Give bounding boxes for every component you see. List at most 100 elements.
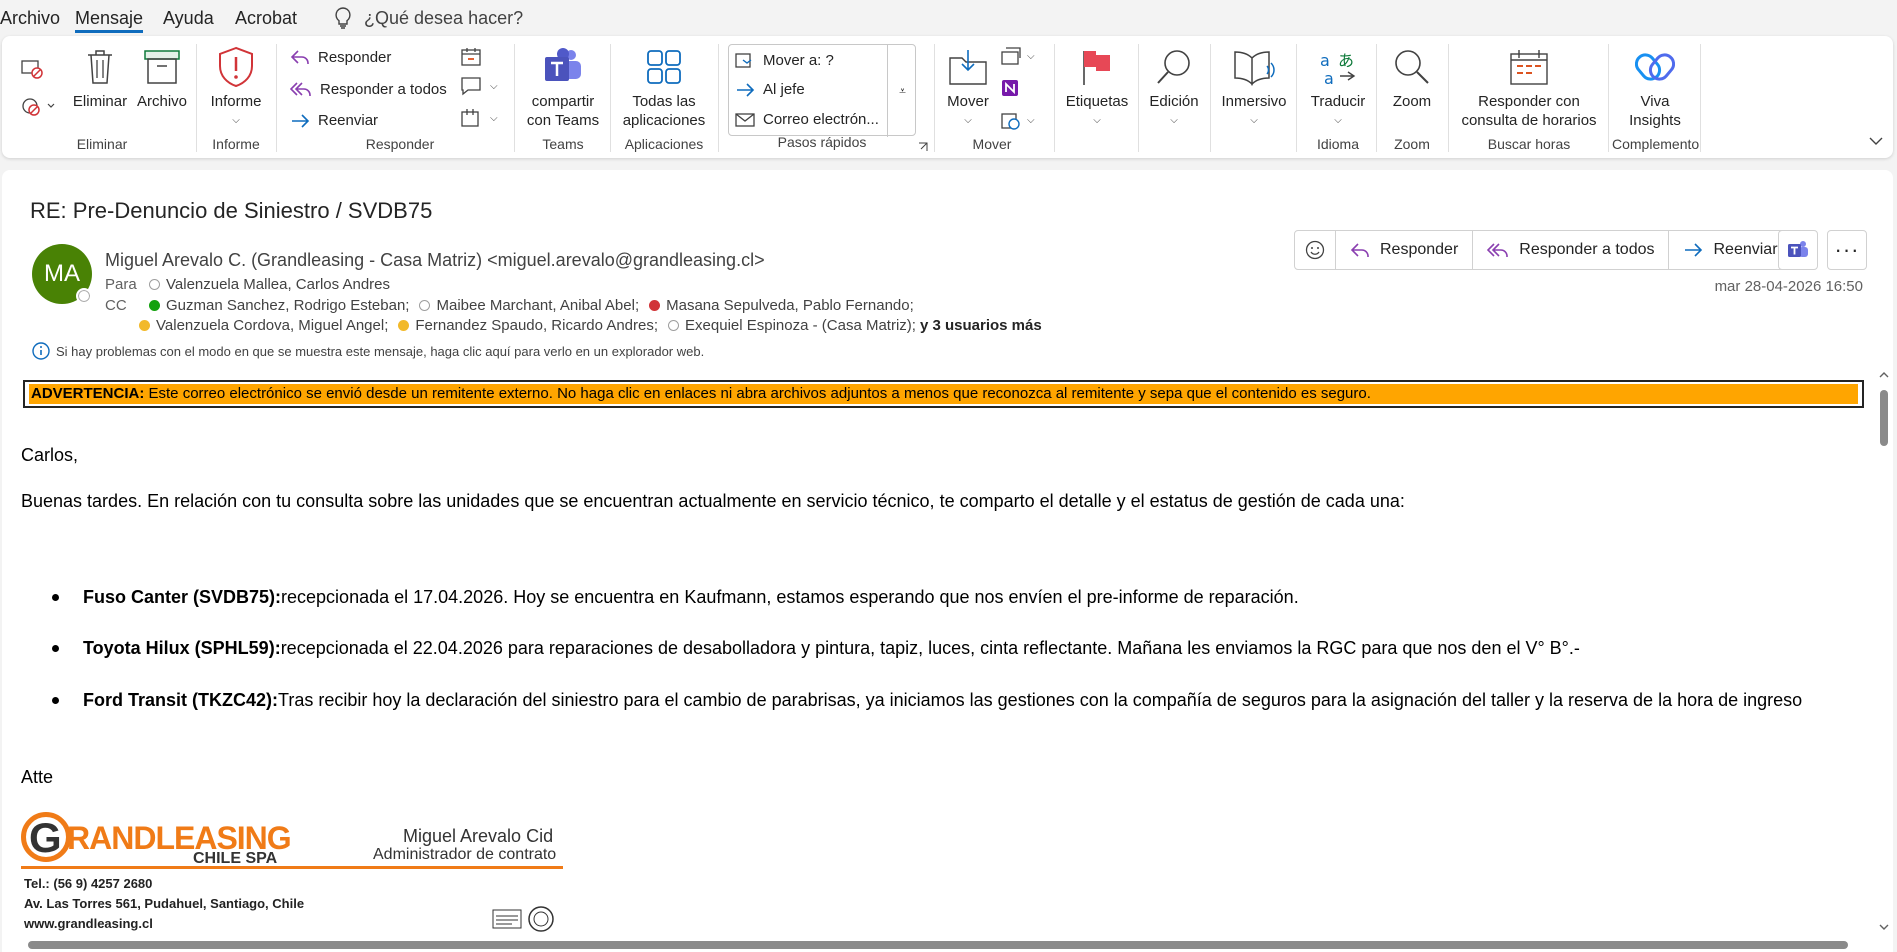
ribbon-reply-all-button[interactable]: Responder a todos (290, 80, 447, 98)
horizontal-scroll-thumb[interactable] (28, 941, 1848, 949)
cc-recipient[interactable]: Fernandez Spaudo, Ricardo Andres; (415, 317, 658, 334)
cc-label: CC (105, 297, 127, 314)
cc-recipient[interactable]: Guzman Sanchez, Rodrigo Esteban; (166, 297, 409, 314)
teams-chat-button[interactable] (1778, 230, 1818, 270)
reply-all-button[interactable]: Responder a todos (1473, 231, 1670, 269)
rules-button[interactable]: ⌵ (1000, 46, 1035, 66)
group-label-idioma: Idioma (1316, 136, 1360, 152)
rules-icon (1001, 47, 1021, 65)
move-to-icon (735, 53, 752, 68)
quick-steps-gallery: Mover a: ? Al jefe Correo electrón... ⩡ (728, 44, 917, 137)
cc-line-1: CC Guzman Sanchez, Rodrigo Esteban; Maib… (105, 297, 914, 314)
onenote-button[interactable] (1000, 78, 1020, 103)
quick-step-al-jefe[interactable]: Al jefe (735, 81, 805, 98)
delete-button[interactable]: Eliminar (70, 42, 130, 111)
all-apps-button[interactable]: Todas las aplicaciones (616, 42, 712, 130)
scroll-up-icon[interactable] (1879, 370, 1889, 380)
editing-button[interactable]: Edición ⌵ (1142, 42, 1206, 130)
dialog-launcher-icon[interactable] (918, 142, 928, 152)
more-recipients-link[interactable]: y 3 usuarios más (920, 317, 1042, 334)
tab-archivo[interactable]: Archivo (0, 7, 60, 33)
svg-text:a: a (1324, 69, 1334, 86)
zoom-button[interactable]: Zoom (1378, 42, 1446, 111)
more-respond-button[interactable]: ⌵ (460, 108, 498, 128)
svg-text:あ: あ (1338, 51, 1354, 70)
ribbon-reply-button[interactable]: Responder (290, 48, 391, 66)
group-idioma: aあa Traducir ⌵ Idioma (1304, 42, 1372, 154)
tab-acrobat[interactable]: Acrobat (235, 7, 297, 33)
separator (1608, 44, 1609, 152)
more-icon: ··· (1834, 237, 1860, 262)
presence-available-icon (149, 300, 160, 311)
meeting-icon[interactable] (460, 46, 484, 68)
separator (1448, 44, 1449, 152)
list-item: Ford Transit (TKZC42): Tras recibir hoy … (52, 690, 1802, 711)
vertical-scroll-thumb[interactable] (1880, 390, 1888, 446)
recipient[interactable]: Valenzuela Mallea, Carlos Andres (166, 276, 390, 293)
horizontal-scrollbar[interactable] (18, 940, 1874, 950)
cc-recipient[interactable]: Masana Sepulveda, Pablo Fernando; (666, 297, 914, 314)
viva-insights-button[interactable]: Viva Insights (1612, 42, 1698, 130)
tab-ayuda[interactable]: Ayuda (163, 7, 214, 33)
group-inmersivo: Inmersivo ⌵ (1216, 42, 1292, 154)
quick-step-correo[interactable]: Correo electrón... (735, 111, 879, 128)
reply-with-scheduling-button[interactable]: Responder con consulta de horarios (1454, 42, 1604, 130)
separator (1700, 44, 1701, 152)
zoom-icon (1395, 50, 1429, 84)
chevron-down-icon: ⌵ (1027, 50, 1035, 62)
immersive-reader-button[interactable]: Inmersivo ⌵ (1216, 42, 1292, 130)
forward-button[interactable]: Reenviar (1669, 231, 1791, 269)
signature-address: Av. Las Torres 561, Pudahuel, Santiago, … (24, 896, 305, 911)
tags-button[interactable]: Etiquetas ⌵ (1060, 42, 1134, 130)
cleanup-icon[interactable] (20, 94, 56, 118)
quick-step-mover[interactable]: Mover a: ? (735, 51, 834, 69)
sender[interactable]: Miguel Arevalo C. (Grandleasing - Casa M… (105, 250, 765, 271)
report-button[interactable]: Informe ⌵ (200, 42, 272, 130)
translate-button[interactable]: aあa Traducir ⌵ (1304, 42, 1372, 130)
ignore-icon[interactable] (20, 58, 44, 80)
group-label-informe: Informe (212, 136, 260, 152)
archive-button[interactable]: Archivo (132, 42, 192, 111)
more-respond-icon (461, 109, 479, 127)
bullet-icon (52, 697, 59, 704)
tab-mensaje[interactable]: Mensaje (75, 7, 144, 33)
chevron-down-icon: ⌵ (1027, 114, 1035, 126)
chat-icon (461, 77, 481, 96)
scroll-down-icon[interactable] (1879, 922, 1889, 932)
reaction-button[interactable] (1295, 231, 1336, 269)
separator (1138, 44, 1139, 152)
view-in-browser-notice[interactable]: Si hay problemas con el modo en que se m… (32, 342, 704, 360)
quick-steps-expand[interactable]: ⩡ (887, 45, 917, 137)
separator (718, 44, 719, 152)
bullet-icon (52, 645, 59, 652)
move-button[interactable]: Mover ⌵ (940, 42, 996, 130)
ribbon-collapse-icon[interactable] (1869, 136, 1883, 146)
cc-recipient[interactable]: Maibee Marchant, Anibal Abel; (436, 297, 639, 314)
im-reply-button[interactable]: ⌵ (460, 76, 498, 96)
ribbon-forward-button[interactable]: Reenviar (290, 112, 378, 129)
group-label-buscar-horas: Buscar horas (1487, 136, 1571, 152)
share-teams-button[interactable]: compartir con Teams (518, 42, 608, 130)
group-buscar-horas: Responder con consulta de horarios Busca… (1454, 42, 1604, 154)
info-icon (32, 342, 50, 360)
separator (1210, 44, 1211, 152)
presence-away-icon (139, 320, 150, 331)
group-label-pasos-rapidos: Pasos rápidos (777, 134, 867, 150)
tell-me-search[interactable]: ¿Qué desea hacer? (334, 5, 523, 31)
signature-web[interactable]: www.grandleasing.cl (24, 916, 153, 931)
flag-icon (1083, 51, 1110, 85)
reply-button[interactable]: Responder (1336, 231, 1474, 269)
presence-offline-icon (419, 300, 431, 311)
cc-recipient[interactable]: Valenzuela Cordova, Miguel Angel; (156, 317, 388, 334)
signature-divider (21, 866, 563, 869)
actions-button[interactable]: ⌵ (1000, 110, 1035, 130)
trash-icon (88, 50, 112, 84)
more-options-button[interactable]: ··· (1827, 230, 1867, 270)
vertical-scrollbar[interactable] (1879, 370, 1889, 932)
reply-icon (290, 50, 309, 64)
cc-recipient[interactable]: Exequiel Espinoza - (Casa Matriz); (685, 317, 916, 334)
bullet-icon (52, 594, 59, 601)
chevron-down-icon: ⩡ (899, 83, 906, 98)
teams-icon (1788, 241, 1808, 257)
chevron-down-icon: ⌵ (232, 115, 240, 126)
